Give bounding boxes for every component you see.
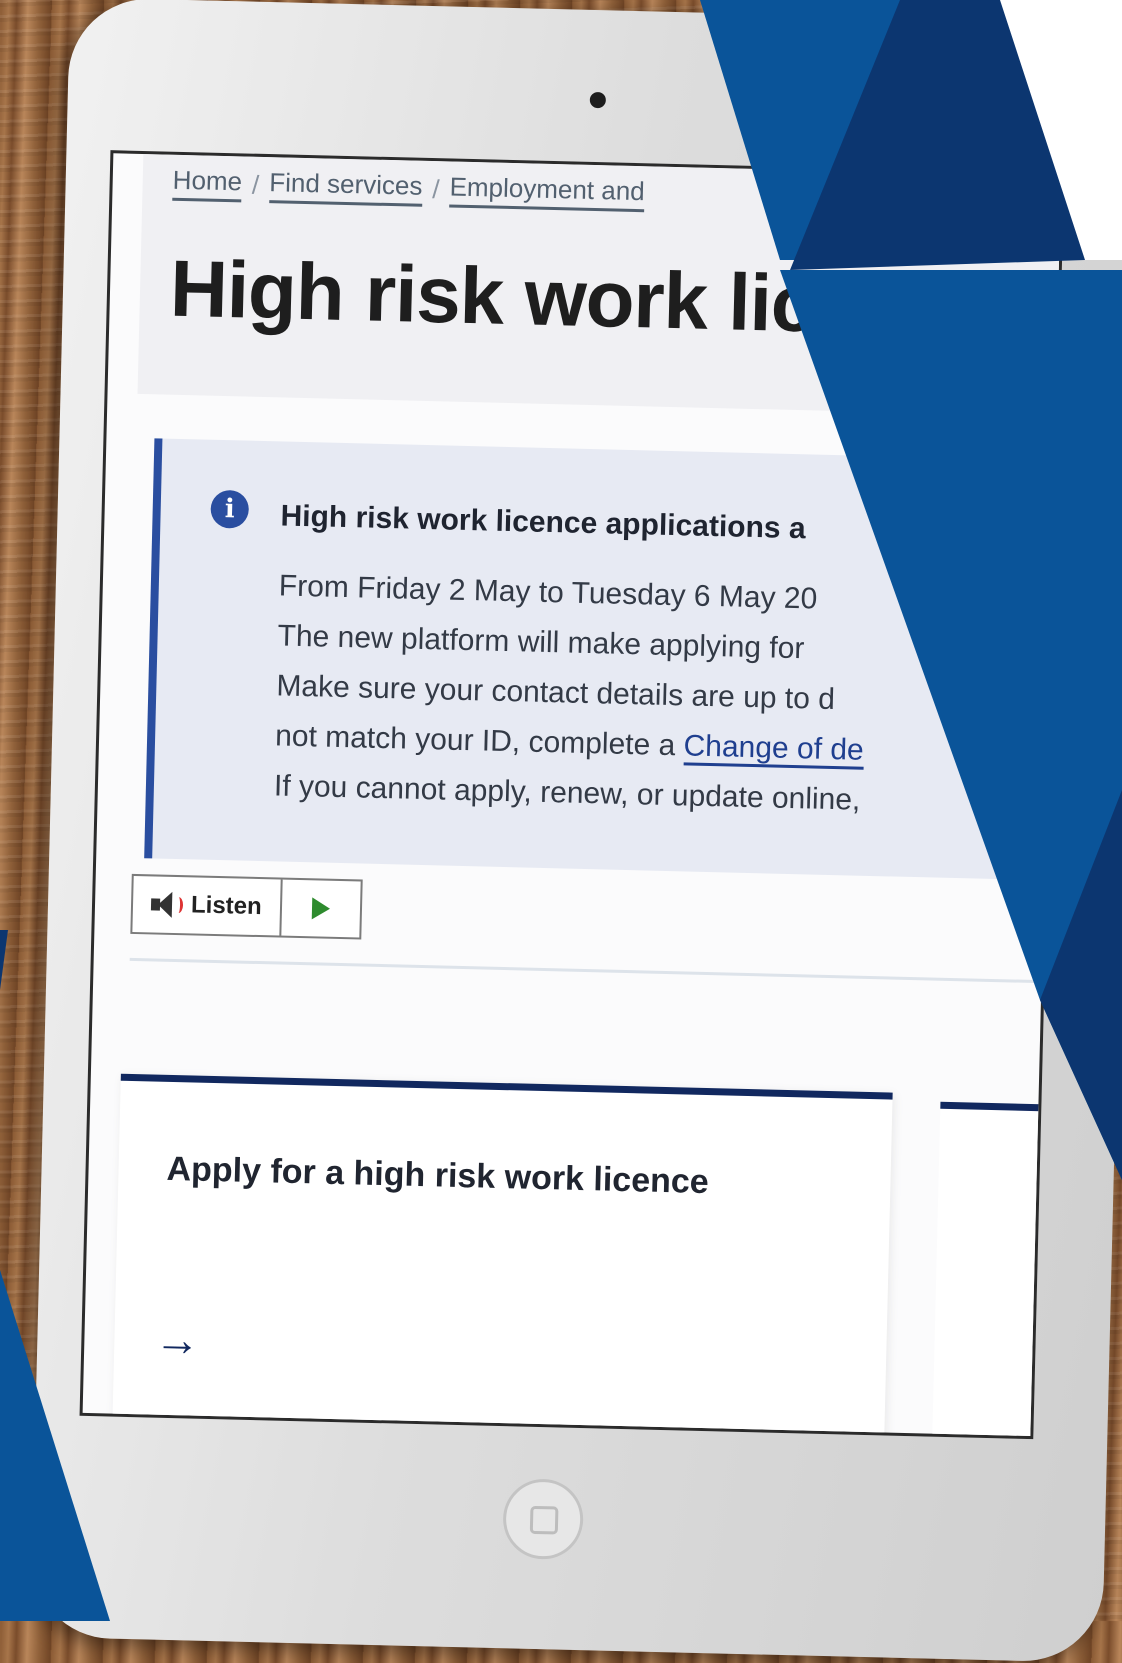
blue-shape [0, 1270, 110, 1621]
dark-blue-shape [0, 930, 8, 990]
decorative-brand-shapes [0, 0, 1122, 1621]
